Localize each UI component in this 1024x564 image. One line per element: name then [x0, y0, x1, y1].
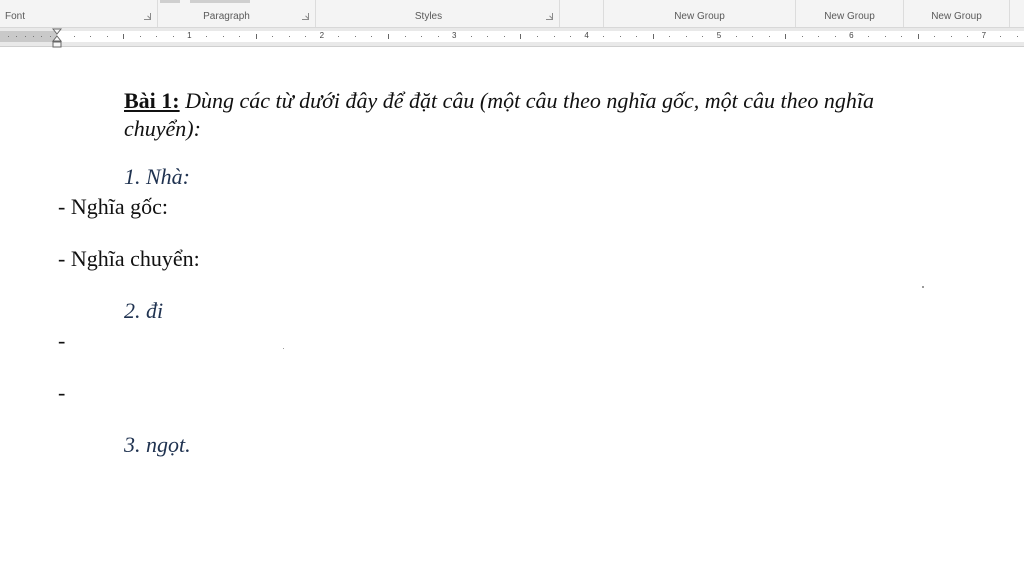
styles-group-label: Styles	[414, 11, 443, 22]
ribbon-spacer-group	[560, 0, 604, 27]
ruler-dot	[735, 36, 737, 37]
styles-group: Styles	[316, 0, 560, 27]
item-1-figurative-meaning: - Nghĩa chuyển:	[58, 246, 200, 271]
page-speck	[283, 348, 284, 349]
ruler-dot	[768, 36, 770, 37]
ruler-dot	[437, 36, 439, 37]
ruler-dot	[867, 36, 869, 37]
ruler-dot	[884, 36, 886, 37]
ruler-number: 4	[584, 31, 589, 40]
ruler-dot	[950, 36, 952, 37]
ruler-dot	[73, 36, 75, 37]
ruler-dot	[8, 36, 9, 37]
item-2-heading: 2. đi	[124, 298, 164, 323]
ruler-dot	[570, 36, 572, 37]
exercise-title: Bài 1: Dùng các từ dưới đây để đặt câu (…	[124, 88, 874, 114]
ruler-dot	[32, 36, 34, 37]
item-2-dash-1: -	[58, 328, 66, 353]
page-speck	[922, 286, 924, 288]
ruler-dot	[404, 36, 406, 37]
ruler-dot	[702, 36, 704, 37]
ruler-number: 5	[716, 31, 722, 40]
ruler-tick	[388, 34, 389, 39]
new-group-3-label: New Group	[931, 11, 982, 22]
paragraph-group: Paragraph	[158, 0, 316, 27]
ruler-dot	[156, 36, 158, 37]
ruler-dot	[536, 36, 538, 37]
ruler-dot	[553, 36, 555, 37]
new-group-2: New Group	[796, 0, 904, 27]
ruler-dot	[305, 36, 307, 37]
ruler-dot	[934, 36, 936, 37]
new-group-1: New Group	[604, 0, 796, 27]
ruler-dot	[818, 36, 820, 37]
ruler-dot	[487, 36, 489, 37]
ruler-dot	[801, 36, 803, 37]
ruler-tick	[520, 34, 522, 39]
ruler-dot	[503, 36, 505, 37]
new-group-3: New Group	[904, 0, 1010, 27]
ruler-dot	[834, 36, 836, 37]
ruler-dot	[669, 36, 671, 37]
ruler-dot	[470, 36, 472, 37]
ruler-dot	[222, 36, 224, 37]
ruler-tick	[255, 34, 257, 39]
item-2-dash-2: -	[58, 380, 66, 405]
ruler-dot	[1016, 36, 1018, 37]
ruler-dot	[239, 36, 241, 37]
ruler-dot	[752, 36, 754, 37]
ruler-number: 1	[187, 31, 192, 40]
ruler-dot	[90, 36, 92, 37]
indent-marker-icon[interactable]	[51, 28, 63, 49]
ruler-dot	[371, 36, 373, 37]
ruler-dot	[967, 36, 969, 37]
ruler-dot	[354, 36, 356, 37]
ruler-dot	[41, 36, 43, 37]
exercise-instruction: Dùng các từ dưới đây để đặt câu (một câu…	[179, 88, 875, 113]
ruler-tick	[123, 34, 125, 39]
ruler-tick	[652, 34, 654, 39]
word-window: Font Paragraph Styles New Group New Grou…	[0, 0, 1024, 564]
ruler-dot	[106, 36, 108, 37]
ruler-dot	[421, 36, 423, 37]
font-group-label: Font	[5, 11, 26, 22]
ruler-dot	[619, 36, 621, 37]
ruler-dot	[603, 36, 605, 37]
item-3-heading: 3. ngọt.	[124, 432, 191, 457]
font-group: Font	[0, 0, 158, 27]
ruler-dot	[288, 36, 290, 37]
ruler-dot	[49, 36, 51, 37]
ruler-track	[57, 31, 1024, 42]
new-group-2-label: New Group	[824, 11, 875, 22]
ruler-dot	[24, 36, 26, 37]
ruler-dot	[172, 36, 174, 37]
ruler-dot	[16, 36, 18, 37]
paragraph-group-label: Paragraph	[203, 11, 250, 22]
document-page[interactable]: Bài 1: Dùng các từ dưới đây để đặt câu (…	[0, 48, 1024, 564]
ruler-number: 3	[451, 31, 457, 40]
ruler-dot	[1000, 36, 1002, 37]
ruler-dot	[901, 36, 903, 37]
ruler-dot	[338, 36, 340, 37]
ruler-dot	[636, 36, 638, 37]
ribbon-group-bar: Font Paragraph Styles New Group New Grou…	[0, 0, 1024, 28]
exercise-label: Bài 1:	[124, 88, 180, 113]
ruler-dot	[272, 36, 274, 37]
ruler-number: 6	[849, 31, 854, 40]
ruler-dot	[205, 36, 207, 37]
item-1-literal-meaning: - Nghĩa gốc:	[58, 194, 168, 219]
horizontal-ruler[interactable]: 1 2 3 4 5 6 7	[0, 28, 1024, 47]
styles-dialog-launcher-icon[interactable]	[546, 13, 553, 20]
ruler-number: 7	[981, 31, 987, 40]
item-1-heading: 1. Nhà:	[124, 164, 190, 189]
ruler-tick	[917, 34, 919, 39]
new-group-1-label: New Group	[674, 11, 725, 22]
exercise-instruction-continued: chuyển):	[124, 116, 201, 141]
ruler-tick	[785, 34, 787, 39]
ruler-dot	[685, 36, 687, 37]
ruler-number: 2	[319, 31, 325, 40]
ruler-dot	[139, 36, 141, 37]
